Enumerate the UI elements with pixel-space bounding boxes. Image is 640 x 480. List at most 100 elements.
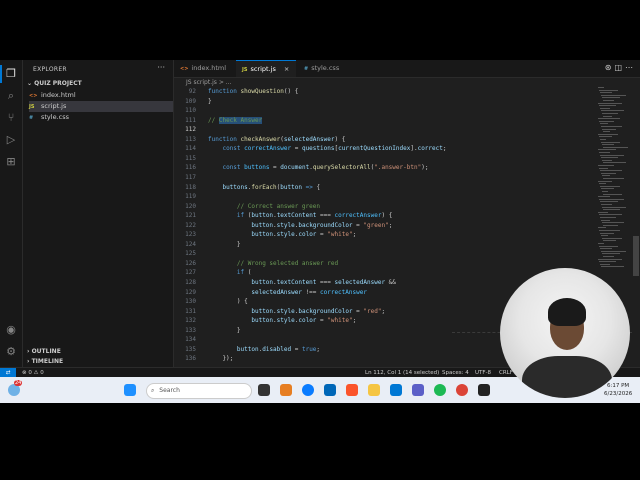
- minimap-line: [602, 97, 620, 99]
- spotify-icon[interactable]: [434, 384, 446, 396]
- minimap-line: [602, 206, 626, 208]
- code-line[interactable]: 92 function showQuestion() {: [174, 87, 599, 97]
- minimap-line: [601, 110, 624, 112]
- explorer-files-icon[interactable]: ❐: [0, 65, 18, 83]
- outline-label: OUTLINE: [31, 348, 61, 355]
- search-icon[interactable]: ⌕: [4, 89, 18, 103]
- code-line[interactable]: 112: [174, 125, 599, 135]
- code-text: const correctAnswer = questions[currentQ…: [222, 145, 447, 153]
- minimap-line: [603, 100, 614, 101]
- code-line[interactable]: 117: [174, 173, 599, 183]
- microsoft-store-icon[interactable]: [324, 384, 336, 396]
- code-line[interactable]: 122 button.style.backgroundColor = "gree…: [174, 221, 599, 231]
- code-line[interactable]: 109}: [174, 97, 599, 107]
- taskbar-search[interactable]: ⌕ Search: [146, 383, 252, 399]
- explorer-more-icon[interactable]: ···: [157, 63, 165, 72]
- file-item-script-js[interactable]: JS script.js: [29, 101, 173, 112]
- timeline-section[interactable]: › TIMELINE: [27, 358, 63, 365]
- minimap-line: [603, 162, 626, 164]
- code-line[interactable]: 113 function checkAnswer(selectedAnswer) …: [174, 135, 599, 145]
- minimap-line: [602, 237, 622, 239]
- code-line[interactable]: 126 // Wrong selected answer red: [174, 259, 599, 269]
- minimap-line: [598, 180, 612, 182]
- minimap-line: [598, 102, 622, 104]
- minimap-line: [603, 256, 614, 257]
- code-text: button.style.backgroundColor = "red";: [251, 307, 386, 315]
- tab-index-html[interactable]: <> index.html: [174, 60, 236, 77]
- windows-start-icon[interactable]: [124, 384, 136, 396]
- chrome-icon[interactable]: [456, 384, 468, 396]
- line-number: 120: [185, 202, 196, 210]
- more-actions-icon[interactable]: ⋯: [625, 63, 636, 72]
- tab-style-css[interactable]: # style.css: [298, 60, 360, 77]
- css-file-icon: #: [304, 66, 309, 72]
- timeline-label: TIMELINE: [31, 358, 64, 365]
- settings-gear-icon[interactable]: ⚙: [4, 345, 18, 359]
- file-explorer-icon[interactable]: [368, 384, 380, 396]
- editor-scrollbar[interactable]: [633, 236, 639, 276]
- file-item-style-css[interactable]: # style.css: [29, 112, 173, 123]
- line-number: 122: [185, 221, 196, 229]
- code-text: }: [208, 240, 241, 248]
- app-icon[interactable]: [478, 384, 490, 396]
- minimap-line: [602, 222, 624, 224]
- code-line[interactable]: 121 if (button.textContent === correctAn…: [174, 211, 599, 221]
- line-number: 109: [185, 97, 196, 105]
- copilot-app-icon[interactable]: [280, 384, 292, 396]
- tab-script-js[interactable]: JS script.js ×: [236, 60, 296, 77]
- code-text: button.style.backgroundColor = "green";: [251, 221, 393, 229]
- breadcrumb[interactable]: JS script.js > ...: [186, 79, 231, 86]
- minimap-line: [599, 261, 616, 263]
- outline-section[interactable]: › OUTLINE: [27, 348, 61, 355]
- brave-browser-icon[interactable]: [346, 384, 358, 396]
- project-folder[interactable]: ⌄ QUIZ PROJECT: [27, 80, 82, 87]
- code-text: button.style.color = "white";: [251, 231, 357, 239]
- minimap-line: [600, 248, 612, 250]
- code-line[interactable]: 111 // Check Answer: [174, 116, 599, 126]
- line-number: 114: [185, 145, 196, 153]
- minimap-line: [598, 211, 608, 213]
- source-control-icon[interactable]: ⑂: [4, 111, 18, 125]
- code-line[interactable]: 119: [174, 192, 599, 202]
- code-text: if (: [236, 269, 252, 277]
- code-line[interactable]: 116 const buttons = document.querySelect…: [174, 163, 599, 173]
- account-icon[interactable]: ◉: [4, 323, 18, 337]
- code-line[interactable]: 114 const correctAnswer = questions[curr…: [174, 144, 599, 154]
- code-text: function checkAnswer(selectedAnswer) {: [208, 135, 346, 143]
- minimap[interactable]: [598, 87, 632, 287]
- code-line[interactable]: 125: [174, 249, 599, 259]
- code-text: }: [208, 97, 212, 105]
- minimap-line: [602, 191, 608, 192]
- editor-tabs: <> index.html JS script.js × # style.css ⊛◫…: [174, 60, 640, 78]
- minimap-line: [600, 154, 624, 156]
- file-item-index-html[interactable]: <> index.html: [29, 90, 173, 101]
- line-number: 132: [185, 317, 196, 325]
- run-debug-icon[interactable]: ▷: [4, 133, 18, 147]
- extensions-icon[interactable]: ⊞: [4, 155, 18, 169]
- code-text: // Check Answer: [208, 116, 263, 124]
- code-line[interactable]: 123 button.style.color = "white";: [174, 230, 599, 240]
- code-line[interactable]: 115: [174, 154, 599, 164]
- close-icon[interactable]: ×: [284, 65, 289, 73]
- code-line[interactable]: 118 buttons.forEach(button => {: [174, 183, 599, 193]
- line-number: 130: [185, 298, 196, 306]
- copilot-icon[interactable]: ⊛: [605, 63, 615, 72]
- line-number: 129: [185, 288, 196, 296]
- code-text: buttons.forEach(button => {: [222, 183, 321, 191]
- code-line[interactable]: 124 }: [174, 240, 599, 250]
- minimap-line: [602, 159, 612, 161]
- line-number: 126: [185, 259, 196, 267]
- line-number: 116: [185, 164, 196, 172]
- code-line[interactable]: 110: [174, 106, 599, 116]
- split-editor-icon[interactable]: ◫: [614, 63, 625, 72]
- edge-browser-icon[interactable]: [302, 384, 314, 396]
- task-view-icon[interactable]: [258, 384, 270, 396]
- file-label: script.js: [41, 102, 67, 110]
- teams-icon[interactable]: [412, 384, 424, 396]
- minimap-line: [600, 232, 614, 234]
- line-number: 136: [185, 355, 196, 363]
- vscode-icon[interactable]: [390, 384, 402, 396]
- code-line[interactable]: 120 // Correct answer green: [174, 202, 599, 212]
- minimap-line: [600, 217, 616, 218]
- code-text: ) {: [208, 298, 248, 306]
